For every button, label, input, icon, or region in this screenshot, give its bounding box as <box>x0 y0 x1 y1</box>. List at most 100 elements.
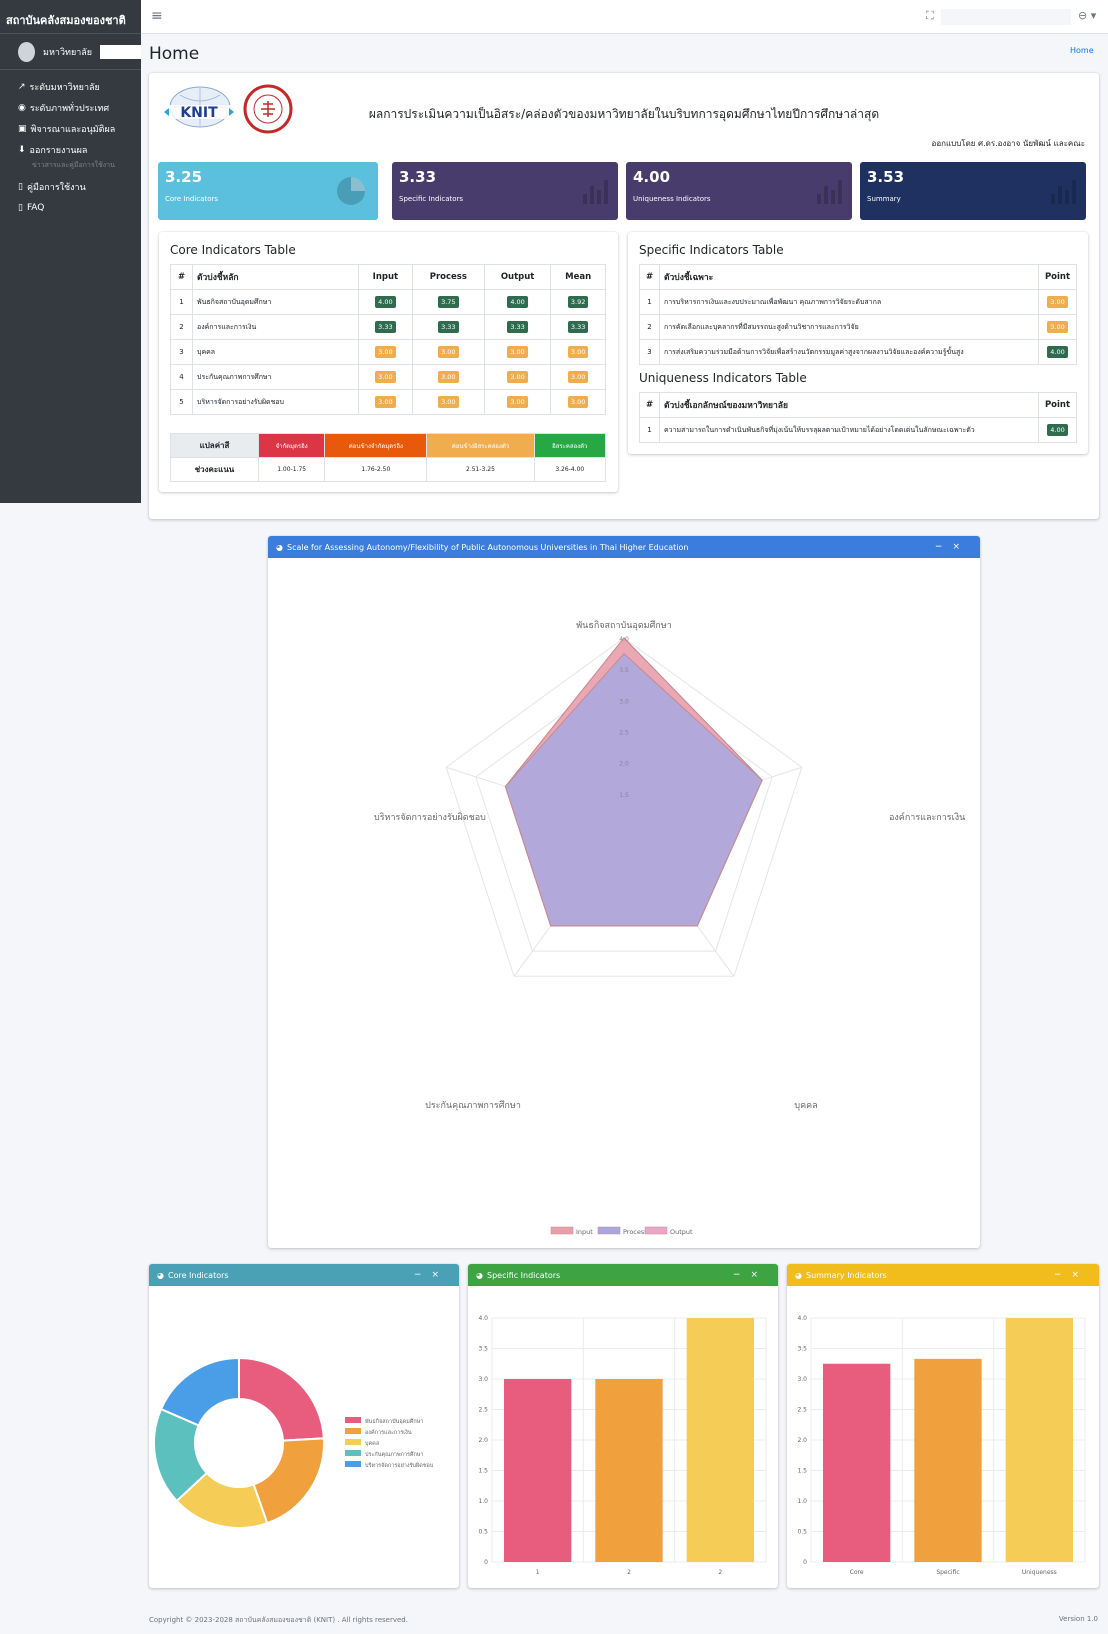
bar <box>595 1379 663 1562</box>
summary-box[interactable]: 3.53 Summary <box>860 162 1086 220</box>
y-tick-label: 0 <box>803 1559 807 1566</box>
sidebar-item-manual[interactable]: ▯ คู่มือการใช้งาน <box>0 176 141 197</box>
navbar-search[interactable] <box>941 9 1071 25</box>
chart-pie-icon: ◕ <box>795 1270 802 1280</box>
core-donut-chart: พันธกิจสถาบันอุดมศึกษาองค์การและการเงินบ… <box>153 1356 434 1529</box>
legend-swatch <box>597 1226 621 1235</box>
sidebar-item-label: ระดับภาพทั่วประเทศ <box>29 103 110 114</box>
legend-swatch <box>345 1417 361 1423</box>
collapse-icon[interactable]: − <box>414 1270 432 1280</box>
bar <box>686 1318 754 1562</box>
close-icon[interactable]: × <box>952 542 970 552</box>
core-card-title: Core Indicators <box>167 1270 229 1280</box>
legend-swatch <box>550 1226 574 1235</box>
sidebar-item-faq[interactable]: ▯ FAQ <box>0 197 141 218</box>
collapse-icon[interactable]: − <box>1054 1270 1072 1280</box>
x-tick-label: Core <box>850 1569 864 1576</box>
indicator-name: การคัดเลือกและบุคลากรที่มีสมรรถนะสูงด้าน… <box>659 314 1039 340</box>
score-badge: 3.33 <box>567 321 589 333</box>
radar-chart: 4.0 3.5 3.0 2.5 2.0 1.5 พันธกิจสถาบันอุดมศึกษา… <box>374 620 965 1236</box>
file-icon: ▯ <box>18 202 23 213</box>
table-header: Output <box>483 264 552 290</box>
specific-indicators-box[interactable]: 3.33 Specific Indicators <box>392 162 618 220</box>
bar-chart-icon <box>1051 178 1076 204</box>
close-icon[interactable]: × <box>750 1270 768 1280</box>
score-badge: 3.00 <box>507 396 528 408</box>
close-icon[interactable]: × <box>431 1270 449 1280</box>
core-table-title: Core Indicators Table <box>170 243 296 257</box>
radar-series-process <box>504 652 763 927</box>
legend-swatch <box>345 1450 361 1456</box>
file-icon: ▯ <box>18 181 23 192</box>
score-badge: 3.00 <box>1047 321 1068 333</box>
table-row: 3 การส่งเสริมความร่วมมือด้านการวิจัยเพื่อ… <box>639 339 1077 365</box>
y-tick-label: 3.5 <box>797 1346 807 1353</box>
row-number: 1 <box>639 289 660 315</box>
core-indicators-box[interactable]: 3.25 Core Indicators <box>158 162 378 220</box>
row-number: 2 <box>639 314 660 340</box>
score-badge: 4.00 <box>1047 346 1068 358</box>
sidebar-item-approve[interactable]: ▣ พิจารณาและอนุมัติผล <box>0 118 141 139</box>
score-badge: 3.00 <box>567 346 589 358</box>
sidebar-item-national[interactable]: ◉ ระดับภาพทั่วประเทศ <box>0 97 141 118</box>
score-badge: 3.33 <box>375 321 396 333</box>
user-name: มหาวิทยาลัย <box>43 47 93 58</box>
sidebar-item-label: FAQ <box>26 202 45 213</box>
specific-card-header: ◕ Specific Indicators −× <box>468 1264 778 1286</box>
chart-line-icon: ↗ <box>18 81 26 92</box>
summary-card-header: ◕ Summary Indicators −× <box>787 1264 1099 1286</box>
y-tick-label: 2.5 <box>478 1407 488 1414</box>
legend-swatch <box>345 1439 361 1445</box>
collapse-icon[interactable]: − <box>935 542 953 552</box>
table-header: Mean <box>550 264 606 290</box>
user-menu-icon[interactable]: ⊖ ▾ <box>1078 9 1096 22</box>
score-badge: 3.33 <box>507 321 528 333</box>
breadcrumb[interactable]: Home <box>1070 46 1094 55</box>
score-badge: 4.00 <box>507 296 528 308</box>
y-tick-label: 3.0 <box>797 1376 807 1383</box>
brand-title[interactable]: สถาบันคลังสมองของชาติ <box>0 0 141 34</box>
radar-axis-label: พันธกิจสถาบันอุดมศึกษา <box>576 620 672 631</box>
score-badge: 3.33 <box>438 321 459 333</box>
uniqueness-table-title: Uniqueness Indicators Table <box>639 371 807 385</box>
score-badge: 3.00 <box>567 396 589 408</box>
assessment-title: ผลการประเมินความเป็นอิสระ/คล่องตัวของมหา… <box>368 107 880 121</box>
table-header: # <box>639 392 660 418</box>
chart-pie-icon: ◕ <box>476 1270 483 1280</box>
table-row: 4 ประกันคุณภาพการศึกษา 3.00 3.00 3.00 3.00 <box>170 364 606 390</box>
uniqueness-indicators-box[interactable]: 4.00 Uniqueness Indicators <box>626 162 852 220</box>
avatar <box>18 41 36 62</box>
score-badge: 3.00 <box>375 396 396 408</box>
user-panel[interactable]: มหาวิทยาลัย <box>0 34 141 70</box>
fullscreen-icon[interactable]: ⛶ <box>926 9 934 23</box>
copy-icon: ▣ <box>18 123 27 134</box>
close-icon[interactable]: × <box>1071 1270 1089 1280</box>
core-indicators-label: Core Indicators <box>165 195 219 203</box>
sidebar-item-university[interactable]: ↗ ระดับมหาวิทยาลัย <box>0 76 141 97</box>
table-row: 2 การคัดเลือกและบุคลากรที่มีสมรรถนะสูงด้า… <box>639 314 1077 340</box>
legend-cat: จำกัดมุดรอิง <box>257 433 326 458</box>
collapse-icon[interactable]: − <box>733 1270 751 1280</box>
score-badge: 3.00 <box>438 371 459 383</box>
seal-logo <box>243 84 293 134</box>
summary-bar-chart: 4.0 3.5 3.0 2.5 2.0 1.5 1.0 0.5 0 Core Specific Uni… <box>797 1315 1086 1576</box>
legend-range: 3.26-4.00 <box>533 457 607 482</box>
y-tick-label: 0.5 <box>478 1529 488 1536</box>
table-header: Process <box>411 264 485 290</box>
indicator-name: ความสามารถในการดำเนินพันธกิจที่มุ่งเน้นใ… <box>659 417 1039 443</box>
download-icon: ⬇ <box>18 144 26 155</box>
indicator-name: องค์การและการเงิน <box>192 314 359 340</box>
legend-cat: อิสระคล่องตัว <box>533 433 607 458</box>
legend-range: 1.76-2.50 <box>324 457 428 482</box>
bar <box>504 1379 572 1562</box>
legend-label: Process <box>623 1228 648 1236</box>
legend-swatch <box>345 1461 361 1467</box>
sidebar-item-report[interactable]: ⬇ ออกรายงานผล <box>0 139 141 160</box>
specific-table-title: Specific Indicators Table <box>639 243 784 257</box>
indicator-name: การบริหารการเงินและงบประมาณเพื่อพัฒนา คุ… <box>659 289 1039 315</box>
score-badge: 3.00 <box>1047 296 1068 308</box>
radar-axis-label: ประกันคุณภาพการศึกษา <box>425 1100 521 1111</box>
menu-icon[interactable]: ≡ <box>151 8 163 24</box>
knit-logo-text: KNIT <box>180 105 218 121</box>
row-number: 1 <box>170 289 193 315</box>
